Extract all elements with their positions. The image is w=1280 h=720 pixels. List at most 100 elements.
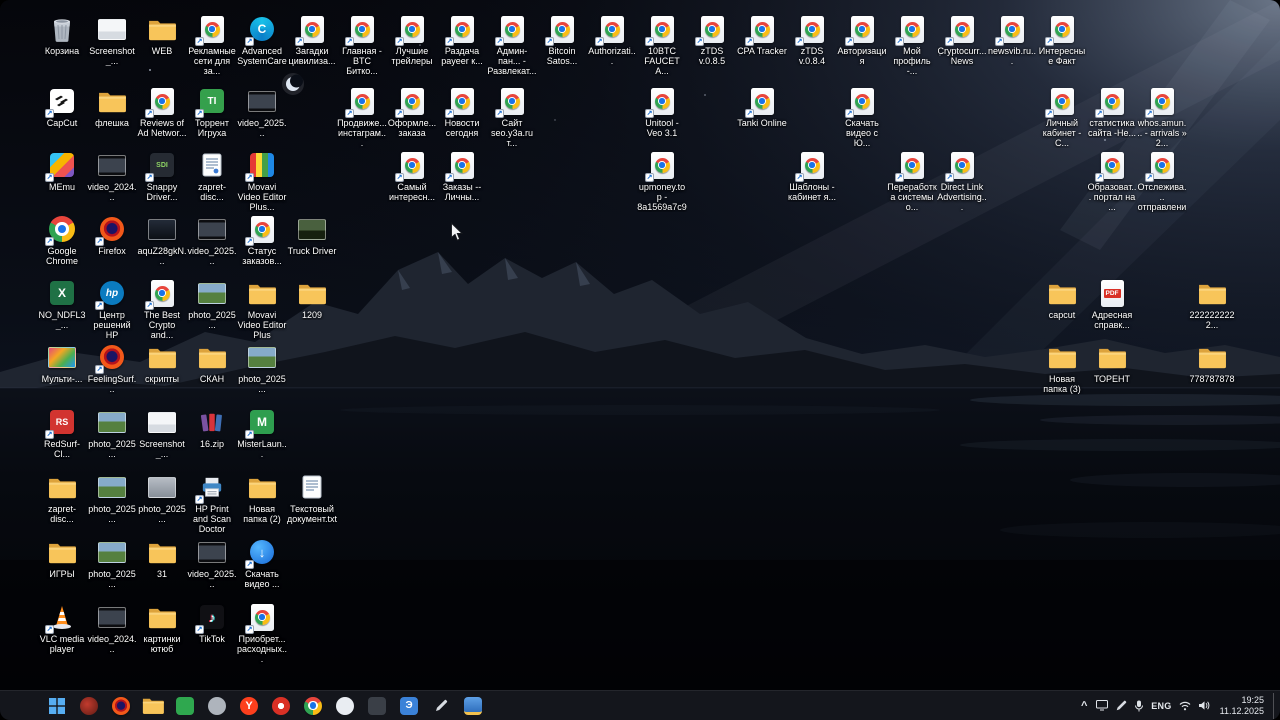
- network-icon[interactable]: [1176, 693, 1194, 719]
- taskbar-app-blue[interactable]: Э: [396, 693, 422, 719]
- desktop-icon-video[interactable]: video_2024...: [88, 150, 136, 202]
- desktop-icon-chrome[interactable]: ↗Reviews of Ad Networ...: [138, 86, 186, 138]
- desktop-icon-chrome[interactable]: ↗Сайт seo.y3a.ru т...: [488, 86, 536, 148]
- desktop-icon-chrome[interactable]: ↗Tanki Online: [738, 86, 786, 128]
- desktop-icon-photo[interactable]: photo_2025...: [88, 472, 136, 524]
- desktop-icon-photo-colorful[interactable]: Мульти-...: [38, 342, 86, 384]
- desktop-icon-chrome[interactable]: ↗статистика сайта -Не...: [1088, 86, 1136, 138]
- desktop-icon-pdf[interactable]: PDFАдресная справк...: [1088, 278, 1136, 330]
- desktop-icon-chrome[interactable]: ↗zTDS v.0.8.5: [688, 14, 736, 66]
- desktop-icon-folder[interactable]: Новая папка (2): [238, 472, 286, 524]
- desktop-icon-photo[interactable]: photo_2025...: [188, 278, 236, 330]
- desktop-icon-chrome[interactable]: ↗Продвиже... инстаграм...: [338, 86, 386, 148]
- desktop-icon-folder[interactable]: 2222222222...: [1188, 278, 1236, 330]
- desktop-surface[interactable]: КорзинаScreenshot_...WEB↗Рекламные сети …: [0, 0, 1280, 690]
- tray-chevron-up-icon[interactable]: ^: [1076, 693, 1092, 719]
- desktop-icon-chrome[interactable]: ↗zTDS v.0.8.4: [788, 14, 836, 66]
- desktop-icon-snappy[interactable]: SDI↗Snappy Driver...: [138, 150, 186, 202]
- desktop-icon-notepad[interactable]: Текстовый документ.txt: [288, 472, 336, 524]
- desktop-icon-chrome[interactable]: ↗Лучшие трейлеры: [388, 14, 436, 66]
- desktop-icon-video[interactable]: video_2024...: [88, 602, 136, 654]
- desktop-icon-asc[interactable]: C↗Advanced SystemCare: [238, 14, 286, 66]
- desktop-icon-photo-game[interactable]: Truck Driver: [288, 214, 336, 256]
- desktop-icon-firefox[interactable]: ↗Firefox: [88, 214, 136, 256]
- desktop-icon-ti[interactable]: TI↗Торрент Игруха: [188, 86, 236, 138]
- desktop-icon-chrome[interactable]: ↗Direct Link Advertising...: [938, 150, 986, 212]
- desktop-icon-video[interactable]: video_2025...: [238, 86, 286, 138]
- desktop-icon-download[interactable]: ↓↗Скачать видео ...: [238, 537, 286, 589]
- desktop-icon-chrome[interactable]: ↗Bitcoin Satos...: [538, 14, 586, 66]
- desktop-icon-folder[interactable]: скрипты: [138, 342, 186, 384]
- desktop-icon-tiktok[interactable]: ♪↗TikTok: [188, 602, 236, 644]
- desktop-icon-chrome[interactable]: ↗Авторизация: [838, 14, 886, 66]
- desktop-icon-chrome[interactable]: ↗Рекламные сети для за...: [188, 14, 236, 76]
- desktop-icon-chrome[interactable]: ↗10BTC FAUCET A...: [638, 14, 686, 76]
- desktop-icon-video[interactable]: video_2025...: [188, 537, 236, 589]
- taskbar-app-maroon[interactable]: [76, 693, 102, 719]
- desktop-icon-chrome[interactable]: ↗Отслежива... отправлени...: [1138, 150, 1186, 213]
- desktop-icon-chrome[interactable]: ↗Authorizati...: [588, 14, 636, 66]
- desktop-icon-chrome[interactable]: ↗Новости сегодня: [438, 86, 486, 138]
- taskbar-app-pen[interactable]: [428, 693, 454, 719]
- desktop-icon-video[interactable]: video_2025...: [188, 214, 236, 266]
- display-icon[interactable]: [1093, 693, 1111, 719]
- desktop-icon-chrome[interactable]: ↗Оформле... заказа: [388, 86, 436, 138]
- desktop-icon-folder[interactable]: 778787878: [1188, 342, 1236, 384]
- desktop-icon-folder[interactable]: Movavi Video Editor Plus: [238, 278, 286, 340]
- desktop-icon-folder[interactable]: Новая папка (3): [1038, 342, 1086, 394]
- desktop-icon-rs[interactable]: RS↗RedSurf-Cl...: [38, 407, 86, 459]
- desktop-icon-chrome[interactable]: ↗Заказы -- Личны...: [438, 150, 486, 202]
- desktop-icon-chrome[interactable]: ↗Cryptocurr... News: [938, 14, 986, 66]
- desktop-icon-folder[interactable]: ИГРЫ: [38, 537, 86, 579]
- desktop-icon-photo[interactable]: photo_2025...: [88, 537, 136, 589]
- desktop-icon-photo[interactable]: photo_2025...: [88, 407, 136, 459]
- desktop-icon-photo-light[interactable]: Screenshot_...: [88, 14, 136, 66]
- taskbar-app-dark[interactable]: [364, 693, 390, 719]
- desktop-icon-chrome[interactable]: ↗Личный кабинет - С...: [1038, 86, 1086, 148]
- desktop-icon-firefox[interactable]: ↗FeelingSurf...: [88, 342, 136, 394]
- desktop-icon-chrome[interactable]: ↗Загадки цивилиза...: [288, 14, 336, 66]
- desktop-icon-folder[interactable]: флешка: [88, 86, 136, 128]
- language-indicator[interactable]: ENG: [1148, 693, 1174, 719]
- mic-icon[interactable]: [1131, 693, 1147, 719]
- taskbar-clock[interactable]: 19:25 11.12.2025: [1214, 695, 1270, 716]
- taskbar-app-firefox[interactable]: [108, 693, 134, 719]
- show-desktop-button[interactable]: [1273, 693, 1278, 719]
- desktop-icon-xlsx[interactable]: XNO_NDFL3_...: [38, 278, 86, 330]
- desktop-icon-folder[interactable]: 31: [138, 537, 186, 579]
- taskbar-app-file-explorer[interactable]: [140, 693, 166, 719]
- desktop-icon-chrome[interactable]: ↗Скачать видео с Ю...: [838, 86, 886, 148]
- desktop-icon-chrome[interactable]: ↗Статус заказов...: [238, 214, 286, 266]
- pen-icon[interactable]: [1112, 693, 1130, 719]
- desktop-icon-chrome[interactable]: ↗Шаблоны - кабинет я...: [788, 150, 836, 202]
- desktop-icon-chrome[interactable]: ↗Админ-пан... - Развлекат...: [488, 14, 536, 76]
- desktop-icon-chrome[interactable]: ↗upmoney.top - 8a1569a7c9: [638, 150, 686, 212]
- desktop-icon-chrome[interactable]: ↗Приобрет... расходных...: [238, 602, 286, 664]
- desktop-icon-hp[interactable]: hp↗Центр решений HP: [88, 278, 136, 340]
- desktop-icon-folder[interactable]: картинки ютюб: [138, 602, 186, 654]
- taskbar-app-yandex[interactable]: Y: [236, 693, 262, 719]
- desktop-icon-winrar[interactable]: 16.zip: [188, 407, 236, 449]
- desktop-icon-chrome[interactable]: ↗newsvib.ru...: [988, 14, 1036, 66]
- desktop-icon-movavi[interactable]: ↗Movavi Video Editor Plus...: [238, 150, 286, 212]
- desktop-icon-chrome[interactable]: ↗Unitool - Veo 3.1: [638, 86, 686, 138]
- taskbar-app-chrome[interactable]: [300, 693, 326, 719]
- desktop-icon-capcut[interactable]: ↗CapCut: [38, 86, 86, 128]
- desktop-icon-vlc[interactable]: ↗VLC media player: [38, 602, 86, 654]
- volume-icon[interactable]: [1195, 693, 1213, 719]
- desktop-icon-photo[interactable]: photo_2025...: [238, 342, 286, 394]
- desktop-icon-chrome[interactable]: ↗Переработка системы о...: [888, 150, 936, 212]
- desktop-icon-memu[interactable]: ↗MEmu: [38, 150, 86, 192]
- taskbar-start-button[interactable]: [44, 693, 70, 719]
- taskbar-app-light[interactable]: [332, 693, 358, 719]
- desktop-icon-folder[interactable]: 1209: [288, 278, 336, 320]
- desktop-icon-folder[interactable]: WEB: [138, 14, 186, 56]
- taskbar-app-green[interactable]: [172, 693, 198, 719]
- taskbar-app-blue-folder[interactable]: [460, 693, 486, 719]
- desktop-icon-chrome-app[interactable]: ↗Google Chrome: [38, 214, 86, 266]
- desktop-icon-printer[interactable]: ↗HP Print and Scan Doctor: [188, 472, 236, 534]
- desktop-icon-chrome[interactable]: ↗Образоват... портал на ...: [1088, 150, 1136, 212]
- desktop-icon-chrome[interactable]: ↗Интересные Факт: [1038, 14, 1086, 66]
- desktop-icon-chrome[interactable]: ↗The Best Crypto and...: [138, 278, 186, 340]
- desktop-icon-chrome[interactable]: ↗Мой профиль -...: [888, 14, 936, 76]
